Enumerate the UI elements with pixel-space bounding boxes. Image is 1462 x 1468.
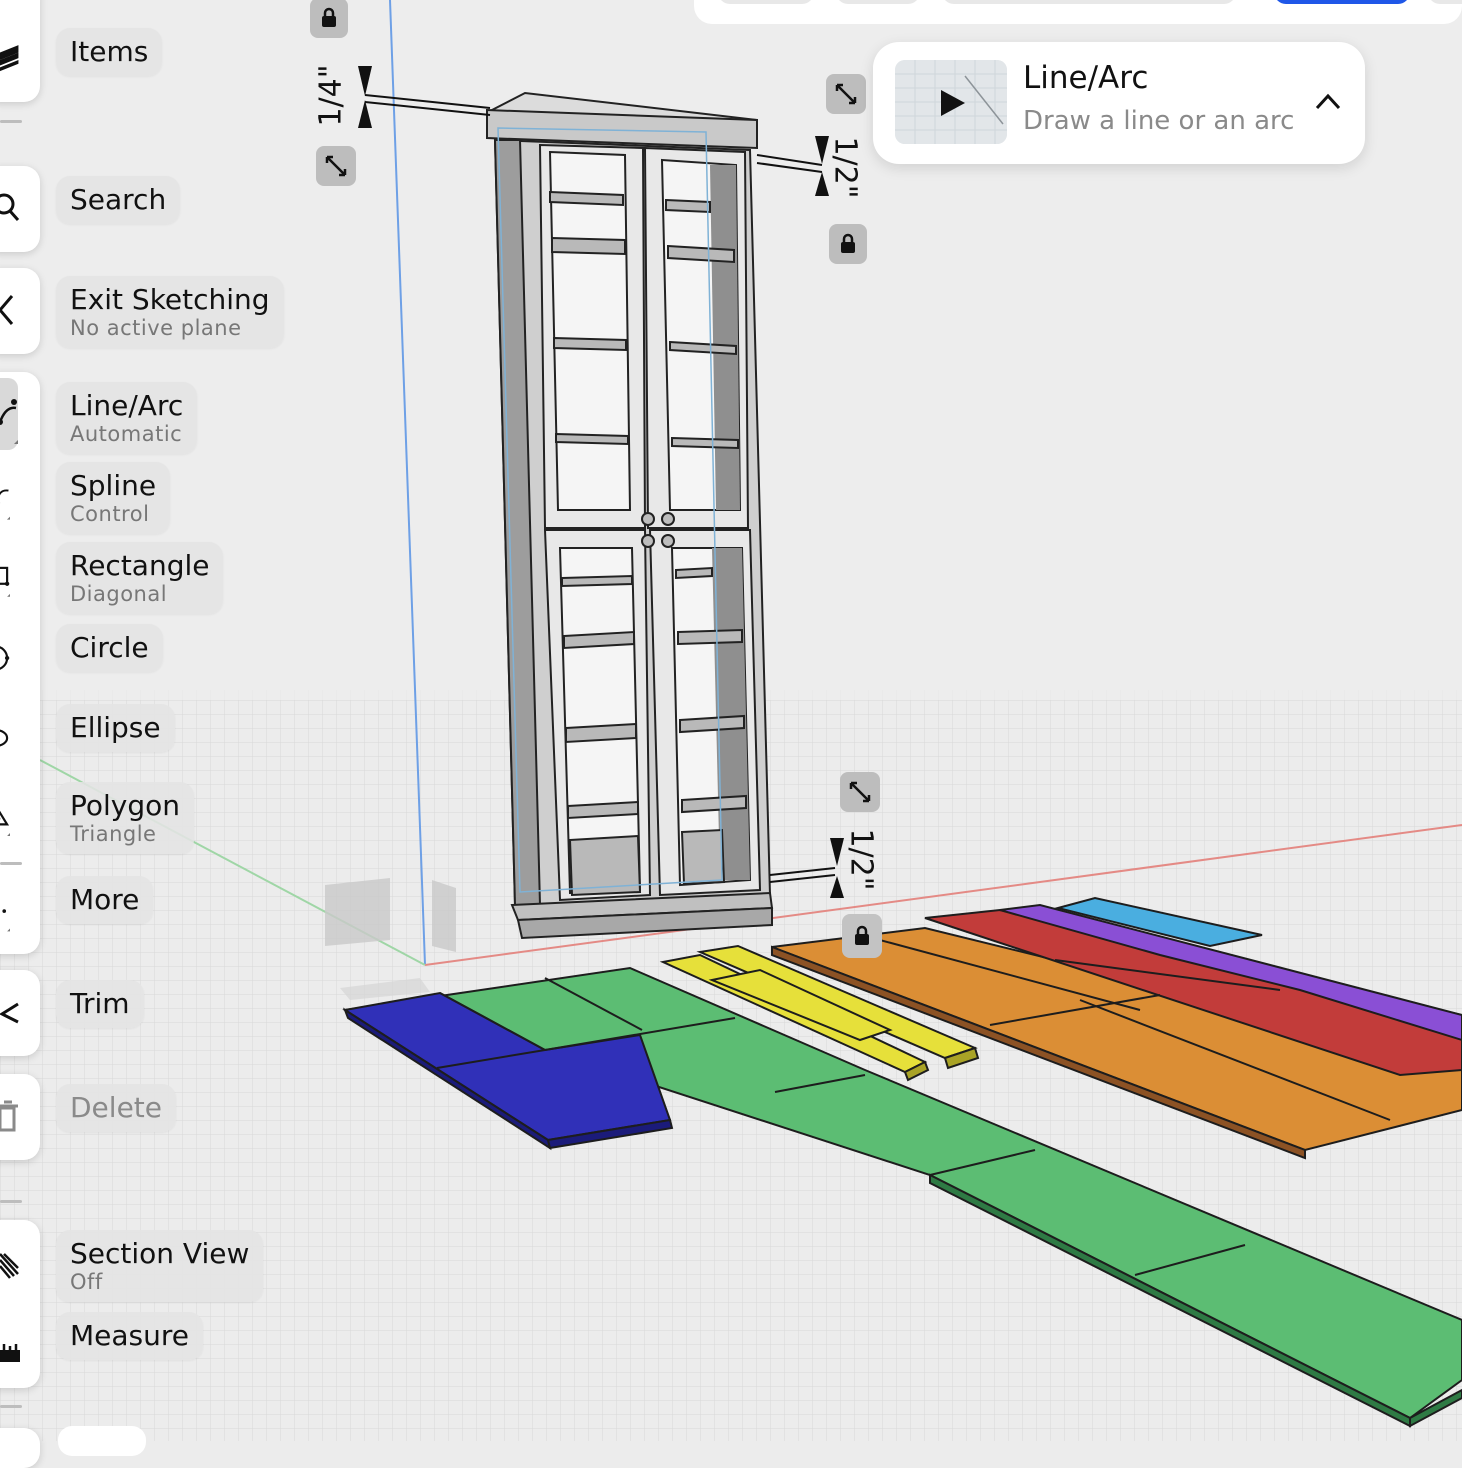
- partial-label: [58, 1426, 146, 1456]
- exit-sketching-button[interactable]: Exit SketchingNo active plane: [56, 276, 284, 348]
- polygon-sublabel: Triangle: [70, 822, 180, 846]
- spline-sublabel: Control: [70, 502, 156, 526]
- circle-label: Circle: [70, 632, 149, 664]
- tool-strip-sketch: [0, 372, 40, 954]
- resize-handle-icon[interactable]: [316, 146, 356, 186]
- spline-button[interactable]: SplineControl: [56, 462, 170, 534]
- tool-strip-search: [0, 166, 40, 252]
- toolbar-button-c[interactable]: [1428, 0, 1462, 4]
- chevron-up-icon[interactable]: [1313, 90, 1343, 118]
- search-label: Search: [70, 184, 166, 216]
- tool-strip-top: [0, 0, 40, 102]
- tool-help-card[interactable]: Line/Arc Draw a line or an arc: [873, 42, 1365, 164]
- items-button[interactable]: Items: [56, 28, 162, 76]
- top-toolbar: [694, 0, 1462, 24]
- polygon-label: Polygon: [70, 790, 180, 822]
- divider: [0, 1200, 22, 1203]
- section-view-button[interactable]: Section ViewOff: [56, 1230, 263, 1302]
- trash-icon[interactable]: [0, 1096, 24, 1136]
- divider: [0, 862, 22, 865]
- items-label: Items: [70, 36, 148, 68]
- lock-icon[interactable]: [310, 0, 348, 38]
- ellipse-button[interactable]: Ellipse: [56, 704, 175, 752]
- rectangle-sublabel: Diagonal: [70, 582, 209, 606]
- dimension-top-left[interactable]: 1/4": [314, 64, 349, 126]
- measure-button[interactable]: Measure: [56, 1312, 203, 1360]
- line-arc-icon[interactable]: [0, 378, 18, 450]
- ruler-icon[interactable]: [0, 1330, 24, 1370]
- trim-label: Trim: [70, 988, 130, 1020]
- cabinet-model: [487, 93, 772, 938]
- tool-strip-bottom: [0, 1220, 40, 1388]
- toolbar-button-a[interactable]: [718, 0, 814, 4]
- more-label: More: [70, 884, 139, 916]
- 3d-viewport[interactable]: [0, 0, 1462, 1441]
- section-view-label: Section View: [70, 1238, 249, 1270]
- lock-icon[interactable]: [829, 224, 867, 264]
- magnifier-icon[interactable]: [0, 188, 24, 228]
- measure-label: Measure: [70, 1320, 189, 1352]
- layers-icon[interactable]: [0, 40, 24, 80]
- dimension-bottom-right[interactable]: 1/2": [844, 828, 879, 890]
- lock-icon[interactable]: [842, 914, 882, 958]
- help-subtitle: Draw a line or an arc: [1023, 106, 1294, 136]
- exit-sketching-label: Exit Sketching: [70, 284, 270, 316]
- delete-label: Delete: [70, 1092, 162, 1124]
- trim-button[interactable]: Trim: [56, 980, 144, 1028]
- exit-sketching-sublabel: No active plane: [70, 316, 270, 340]
- tool-strip-delete: [0, 1074, 40, 1160]
- more-button[interactable]: More: [56, 876, 153, 924]
- resize-handle-icon[interactable]: [826, 74, 866, 114]
- toolbar-button-b[interactable]: [836, 0, 920, 4]
- section-hatch-icon[interactable]: [0, 1246, 24, 1286]
- triangle-icon[interactable]: [0, 780, 10, 850]
- tool-strip-trim: [0, 970, 40, 1056]
- divider: [0, 1405, 22, 1408]
- rectangle-icon[interactable]: [0, 546, 10, 610]
- primary-action-button[interactable]: [1274, 0, 1410, 4]
- rectangle-button[interactable]: RectangleDiagonal: [56, 542, 223, 614]
- chevron-left-icon[interactable]: [0, 290, 24, 330]
- ellipse-label: Ellipse: [70, 712, 161, 744]
- help-title: Line/Arc: [1023, 60, 1148, 96]
- help-video-thumbnail[interactable]: [895, 60, 1007, 144]
- section-view-sublabel: Off: [70, 1270, 249, 1294]
- search-button[interactable]: Search: [56, 176, 180, 224]
- line-arc-button[interactable]: Line/ArcAutomatic: [56, 382, 197, 454]
- toolbar-field[interactable]: [942, 0, 1236, 4]
- tool-strip-next: [0, 1428, 40, 1468]
- resize-handle-icon[interactable]: [840, 772, 880, 812]
- ellipsis-icon[interactable]: [0, 884, 10, 944]
- circle-button[interactable]: Circle: [56, 624, 163, 672]
- tool-strip-exit: [0, 268, 40, 354]
- divider: [0, 120, 22, 123]
- line-arc-label: Line/Arc: [70, 390, 183, 422]
- rectangle-label: Rectangle: [70, 550, 209, 582]
- delete-button[interactable]: Delete: [56, 1084, 176, 1132]
- scissors-icon[interactable]: [0, 992, 24, 1032]
- dimension-top-right[interactable]: 1/2": [828, 136, 863, 198]
- spline-label: Spline: [70, 470, 156, 502]
- ellipse-icon[interactable]: [0, 714, 10, 762]
- line-arc-sublabel: Automatic: [70, 422, 183, 446]
- circle-icon[interactable]: [0, 634, 10, 682]
- polygon-button[interactable]: PolygonTriangle: [56, 782, 194, 854]
- spline-icon[interactable]: [0, 464, 10, 534]
